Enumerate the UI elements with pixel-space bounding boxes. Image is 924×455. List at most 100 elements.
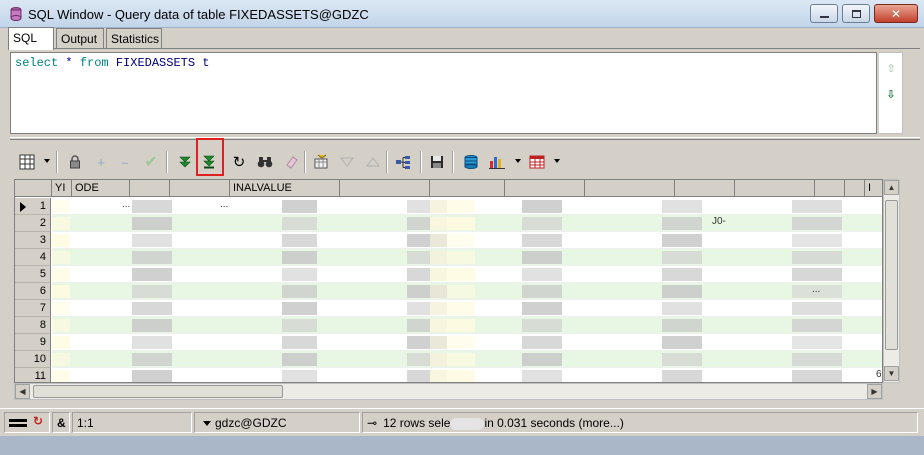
results-grid[interactable]: YI ODE INALVALUE I 1...... 2 J0- 3 4 5 6... 7 8 9… [14, 179, 883, 383]
row-cells[interactable] [52, 249, 882, 266]
column-header[interactable]: I [865, 180, 882, 197]
row-number[interactable]: 6 [15, 283, 51, 300]
table-icon[interactable] [526, 151, 548, 173]
row-number[interactable]: 11 [15, 368, 51, 382]
column-header[interactable] [15, 180, 52, 197]
row-cells[interactable] [52, 368, 882, 382]
row-number[interactable]: 9 [15, 334, 51, 351]
column-header[interactable] [585, 180, 675, 197]
pin-icon: ⊸ [367, 416, 378, 430]
title-bar: SQL Window - Query data of table FIXEDAS… [0, 0, 924, 28]
export-db-icon[interactable] [460, 151, 482, 173]
chevron-down-icon[interactable] [515, 159, 521, 163]
scroll-up-button[interactable]: ▲ [884, 180, 899, 195]
column-header[interactable]: YI [52, 180, 72, 197]
redacted-cell [282, 319, 317, 332]
chevron-down-icon[interactable] [554, 159, 560, 163]
column-header[interactable] [170, 180, 230, 197]
text-mode-icon [9, 419, 27, 422]
table-row[interactable]: 2 J0- [15, 215, 882, 232]
row-number[interactable]: 5 [15, 266, 51, 283]
row-number[interactable]: 1 [15, 198, 51, 215]
connection-selector[interactable]: gdzc@GDZC [194, 412, 360, 433]
column-header[interactable] [735, 180, 815, 197]
minimize-button[interactable] [810, 4, 838, 23]
table-row[interactable]: 4 [15, 249, 882, 266]
status-message[interactable]: ⊸ 12 rows sele in 0.031 seconds (more...) [362, 412, 918, 433]
status-message-tail: in 0.031 seconds (more...) [484, 416, 624, 430]
column-header[interactable] [505, 180, 585, 197]
filter-up-icon[interactable] [362, 151, 384, 173]
row-cells[interactable] [52, 351, 882, 368]
redacted-cell [522, 234, 562, 247]
check-icon[interactable]: ✔ [140, 151, 162, 173]
table-row[interactable]: 5 [15, 266, 882, 283]
close-button[interactable]: ✕ [874, 4, 918, 23]
refresh-icon[interactable]: ↻ [228, 151, 250, 173]
chart-icon[interactable] [486, 151, 508, 173]
pane-splitter[interactable] [10, 137, 920, 140]
filter-down-icon[interactable] [336, 151, 358, 173]
scroll-left-button[interactable]: ◀ [15, 384, 30, 399]
maximize-button[interactable] [842, 4, 870, 23]
row-cells[interactable] [52, 334, 882, 351]
redacted-cell [522, 285, 562, 298]
tab-sql[interactable]: SQL [8, 27, 54, 50]
row-cells[interactable] [52, 232, 882, 249]
chevron-down-icon[interactable] [44, 159, 50, 163]
sql-editor[interactable]: select * from FIXEDASSETS t [10, 52, 877, 134]
column-header[interactable] [845, 180, 865, 197]
row-cells[interactable] [52, 283, 882, 300]
row-number[interactable]: 10 [15, 351, 51, 368]
table-row[interactable]: 9 [15, 334, 882, 351]
table-row[interactable]: 6... [15, 283, 882, 300]
save-icon[interactable] [426, 151, 448, 173]
arrow-down-icon[interactable]: ⇩ [885, 89, 897, 101]
tree-structure-icon[interactable] [392, 151, 414, 173]
refresh-icon[interactable]: ↻ [33, 414, 43, 428]
row-cells[interactable] [52, 198, 882, 215]
column-header[interactable] [815, 180, 845, 197]
minus-icon[interactable]: – [114, 151, 136, 173]
table-row[interactable]: 11 6· [15, 368, 882, 382]
scroll-down-button[interactable]: ▼ [884, 366, 899, 381]
arrow-up-icon[interactable]: ⇧ [885, 63, 897, 75]
sql-text[interactable]: select * from FIXEDASSETS t [15, 56, 209, 70]
column-header[interactable]: ODE [72, 180, 130, 197]
tab-statistics[interactable]: Statistics [106, 28, 162, 49]
table-row[interactable]: 7 [15, 300, 882, 317]
grid-vertical-scrollbar[interactable]: ▲ ▼ [883, 179, 900, 383]
scroll-thumb[interactable] [885, 200, 898, 350]
lock-icon[interactable] [64, 151, 86, 173]
row-cells[interactable] [52, 215, 882, 232]
column-header[interactable] [340, 180, 430, 197]
grid-horizontal-scrollbar[interactable]: ◀ ▶ [14, 383, 883, 400]
grid-layout-icon[interactable] [16, 151, 38, 173]
fetch-next-icon[interactable] [174, 151, 196, 173]
column-header[interactable]: INALVALUE [230, 180, 340, 197]
column-header[interactable] [675, 180, 735, 197]
row-cells[interactable] [52, 317, 882, 334]
redacted-cell [430, 234, 475, 247]
table-row[interactable]: 3 [15, 232, 882, 249]
row-number[interactable]: 2 [15, 215, 51, 232]
table-row[interactable]: 8 [15, 317, 882, 334]
redacted-cell [282, 336, 317, 349]
row-number[interactable]: 3 [15, 232, 51, 249]
table-row[interactable]: 1...... [15, 198, 882, 215]
scroll-right-button[interactable]: ▶ [867, 384, 882, 399]
column-header[interactable] [130, 180, 170, 197]
query-by-example-icon[interactable] [310, 151, 332, 173]
row-number[interactable]: 8 [15, 317, 51, 334]
table-row[interactable]: 10 [15, 351, 882, 368]
row-number[interactable]: 7 [15, 300, 51, 317]
tab-output[interactable]: Output [56, 28, 104, 49]
row-cells[interactable] [52, 300, 882, 317]
binoculars-icon[interactable] [254, 151, 276, 173]
row-number[interactable]: 4 [15, 249, 51, 266]
column-header[interactable] [430, 180, 505, 197]
scroll-thumb[interactable] [33, 385, 283, 398]
plus-icon[interactable]: + [90, 151, 112, 173]
eraser-icon[interactable] [280, 151, 302, 173]
row-cells[interactable] [52, 266, 882, 283]
